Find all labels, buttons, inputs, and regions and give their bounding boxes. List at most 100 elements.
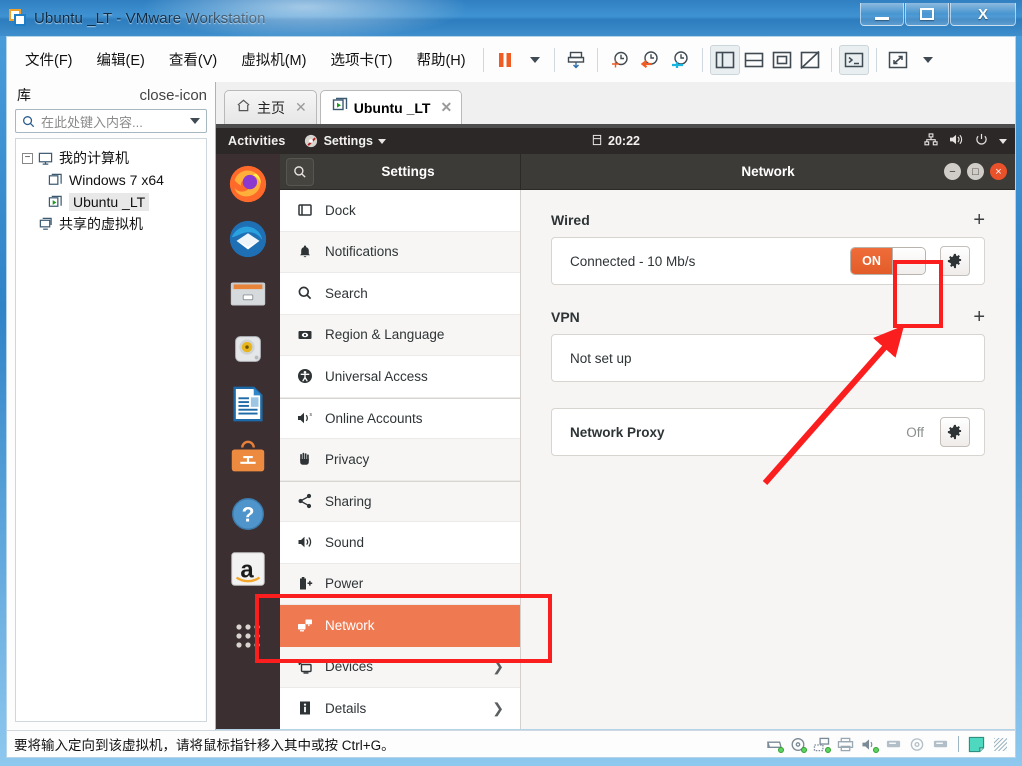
menu-view[interactable]: 查看(V) <box>159 45 227 74</box>
tree-item-my-computer[interactable]: − 我的计算机 <box>16 147 206 169</box>
network-proxy-label: Network Proxy <box>570 424 665 440</box>
settings-window: Settings Network − □ × Dock Notification… <box>280 154 1015 729</box>
usb-device-icon[interactable] <box>885 737 902 751</box>
settings-close-button[interactable]: × <box>990 163 1007 180</box>
sidebar-item-online-accounts[interactable]: s Online Accounts <box>280 397 520 439</box>
sidebar-item-devices[interactable]: Devices ❯ <box>280 646 520 688</box>
snapshot-manager-button[interactable] <box>562 45 590 75</box>
sound-card-icon[interactable] <box>861 737 879 753</box>
wired-settings-gear-button[interactable] <box>940 246 970 276</box>
libreoffice-writer-icon[interactable] <box>226 382 270 426</box>
resize-grip[interactable] <box>994 737 1007 751</box>
toolbar-separator <box>553 47 555 72</box>
tree-item-ubuntu-lt[interactable]: Ubuntu _LT <box>16 191 206 213</box>
toolbar-separator <box>701 47 703 72</box>
message-log-icon[interactable] <box>968 736 985 753</box>
network-proxy-gear-button[interactable] <box>940 417 970 447</box>
amazon-icon[interactable]: a <box>226 547 270 591</box>
thunderbird-icon[interactable] <box>226 217 270 261</box>
toolbar-separator <box>596 47 598 72</box>
network-icon <box>297 617 325 633</box>
menu-edit[interactable]: 编辑(E) <box>87 45 155 74</box>
tree-item-windows7[interactable]: Windows 7 x64 <box>16 169 206 191</box>
hide-console-view-button[interactable] <box>796 45 824 75</box>
tab-ubuntu-lt[interactable]: Ubuntu _LT ✕ <box>319 90 463 124</box>
hard-disk-icon[interactable] <box>766 737 784 753</box>
wired-section-header: Wired + <box>551 210 985 230</box>
fullscreen-dropdown[interactable] <box>912 45 940 75</box>
suspend-button[interactable] <box>491 45 519 75</box>
sidebar-item-details[interactable]: Details ❯ <box>280 688 520 729</box>
revert-snapshot-button[interactable] <box>635 45 665 75</box>
cd-dvd-icon[interactable] <box>790 737 807 753</box>
fullscreen-button[interactable] <box>884 45 912 75</box>
sidebar-item-privacy[interactable]: Privacy <box>280 439 520 481</box>
show-library-button[interactable] <box>709 44 740 75</box>
system-tray[interactable] <box>924 133 1007 149</box>
minimize-button[interactable] <box>860 3 904 26</box>
chevron-down-icon[interactable] <box>190 118 200 124</box>
flag-icon <box>297 327 325 343</box>
wired-toggle[interactable]: ON <box>850 247 926 275</box>
menu-file[interactable]: 文件(F) <box>15 45 83 74</box>
menu-tabs[interactable]: 选项卡(T) <box>320 45 402 74</box>
suspend-dropdown[interactable] <box>519 45 547 75</box>
settings-search-button[interactable] <box>286 157 314 186</box>
unity-mode-button[interactable] <box>838 44 869 75</box>
activities-button[interactable]: Activities <box>228 134 286 148</box>
menu-help[interactable]: 帮助(H) <box>406 45 475 74</box>
rhythmbox-icon[interactable] <box>226 327 270 371</box>
tree-expander[interactable]: − <box>22 152 33 164</box>
settings-sidebar-title: Settings <box>381 164 435 179</box>
maximize-button[interactable] <box>905 3 949 26</box>
clock[interactable]: 20:22 <box>591 134 640 149</box>
add-wired-button[interactable]: + <box>973 210 985 230</box>
app-menu-settings[interactable]: Settings <box>304 134 386 148</box>
close-icon[interactable]: ✕ <box>295 99 307 116</box>
files-icon[interactable] <box>226 272 270 316</box>
settings-app-icon <box>304 134 317 148</box>
show-console-view-button[interactable] <box>768 45 796 75</box>
vmware-logo-icon <box>9 9 27 27</box>
vpn-section-header: VPN + <box>551 307 985 327</box>
network-adapter-icon[interactable] <box>813 737 831 753</box>
vpn-status-label: Not set up <box>570 350 632 366</box>
sidebar-item-network[interactable]: Network <box>280 605 520 647</box>
printer-icon[interactable] <box>837 737 854 752</box>
menu-vm[interactable]: 虚拟机(M) <box>231 45 316 74</box>
close-icon[interactable]: ✕ <box>440 99 452 116</box>
sidebar-item-search[interactable]: Search <box>280 273 520 315</box>
ubuntu-software-icon[interactable] <box>226 437 270 481</box>
tab-home[interactable]: 主页 ✕ <box>224 90 317 124</box>
manage-snapshots-button[interactable] <box>665 45 695 75</box>
sidebar-item-sharing[interactable]: Sharing <box>280 480 520 522</box>
settings-maximize-button[interactable]: □ <box>967 163 984 180</box>
online-accounts-icon: s <box>297 410 325 426</box>
usb-device-2-icon[interactable] <box>932 737 949 751</box>
take-snapshot-button[interactable] <box>605 45 635 75</box>
show-applications-icon[interactable] <box>226 614 270 658</box>
close-icon[interactable]: close-icon <box>139 87 207 104</box>
sidebar-item-region-language[interactable]: Region & Language <box>280 314 520 356</box>
settings-minimize-button[interactable]: − <box>944 163 961 180</box>
sidebar-item-universal-access[interactable]: Universal Access <box>280 356 520 398</box>
help-icon[interactable]: ? <box>226 492 270 536</box>
sidebar-item-label: Sound <box>325 534 365 550</box>
tree-item-label: 共享的虚拟机 <box>59 216 143 232</box>
add-vpn-button[interactable]: + <box>973 307 985 327</box>
guest-screen: Activities Settings 20:22 ? a Settings N… <box>216 124 1015 729</box>
computer-icon <box>38 151 53 166</box>
sidebar-item-power[interactable]: Power <box>280 563 520 605</box>
firefox-icon[interactable] <box>226 162 270 206</box>
sidebar-item-dock[interactable]: Dock <box>280 190 520 232</box>
library-search-input[interactable]: 在此处键入内容... <box>15 109 207 133</box>
sidebar-item-notifications[interactable]: Notifications <box>280 231 520 273</box>
show-thumbnail-bar-button[interactable] <box>740 45 768 75</box>
optical-drive-icon[interactable] <box>909 737 925 752</box>
settings-panel-title: Network <box>741 164 795 179</box>
tree-item-shared-vms[interactable]: 共享的虚拟机 <box>16 213 206 235</box>
window-titlebar: Ubuntu _LT - VMware Workstation X <box>0 0 1022 40</box>
sidebar-item-sound[interactable]: Sound <box>280 522 520 564</box>
snapshot-icon <box>567 51 584 68</box>
close-button[interactable]: X <box>950 3 1016 26</box>
